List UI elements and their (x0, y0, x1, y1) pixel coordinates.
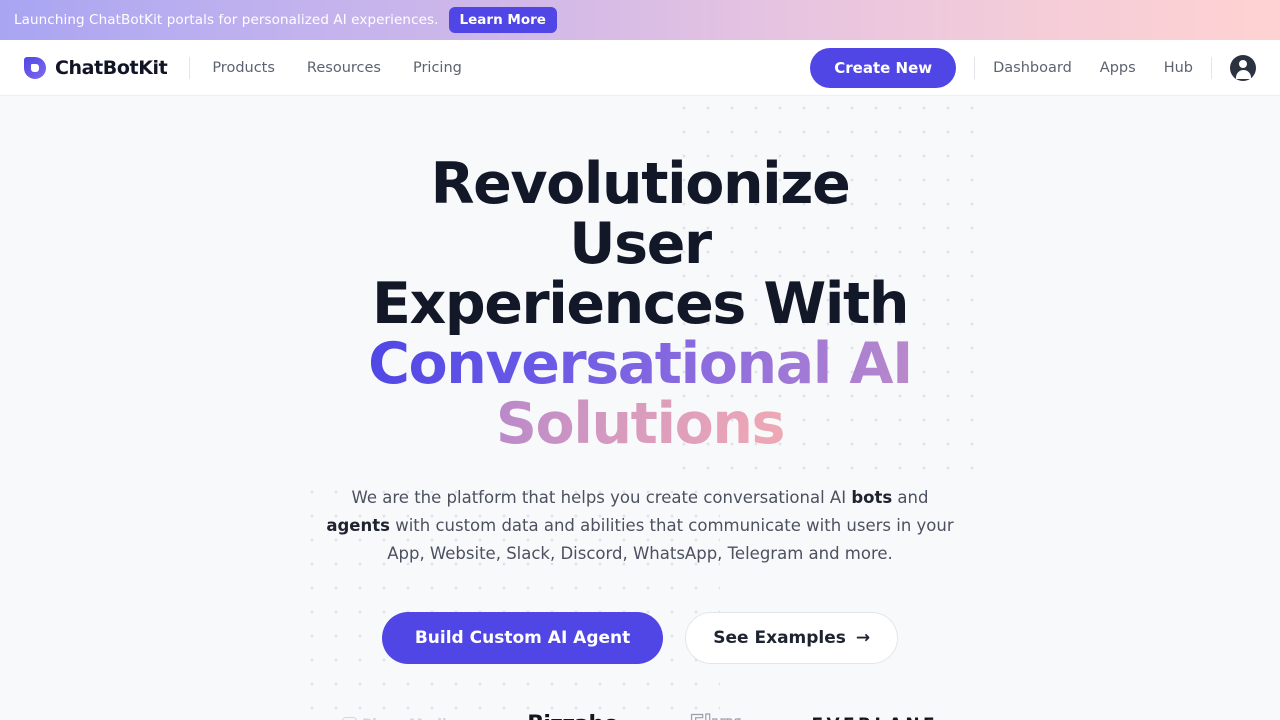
nav-link-resources[interactable]: Resources (307, 60, 381, 76)
hero-section: Revolutionize User Experiences With Conv… (0, 96, 1280, 720)
announcement-banner: Launching ChatBotKit portals for persona… (0, 0, 1280, 40)
client-logo-picup-media: P Picup Media (342, 717, 456, 720)
announcement-text: Launching ChatBotKit portals for persona… (14, 12, 439, 28)
build-custom-ai-agent-button[interactable]: Build Custom AI Agent (381, 612, 664, 664)
hero-subtitle-middle: and (892, 488, 929, 507)
client-logo-flux: Flux (689, 711, 741, 720)
picup-media-label: Picup Media (362, 717, 456, 720)
brand-logo[interactable]: ChatBotKit (24, 56, 168, 79)
client-logo-everlane: EVERLANE (811, 715, 938, 720)
nav-divider-middle (974, 56, 976, 79)
nav-divider-right (1211, 56, 1212, 79)
learn-more-button[interactable]: Learn More (448, 7, 557, 33)
see-examples-button[interactable]: See Examples → (685, 612, 899, 664)
hero-subtitle-bold-bots: bots (851, 488, 893, 507)
primary-nav-links: Products Resources Pricing (212, 60, 462, 76)
see-examples-label: See Examples (713, 628, 846, 648)
user-avatar-icon[interactable] (1230, 54, 1256, 81)
hero-title-accent: Conversational AI Solutions (368, 331, 913, 457)
nav-divider-left (189, 56, 191, 79)
hero-cta-group: Build Custom AI Agent See Examples → (381, 612, 899, 664)
main-navigation: ChatBotKit Products Resources Pricing Cr… (0, 40, 1280, 96)
secondary-nav-links: Dashboard Apps Hub (993, 60, 1193, 76)
nav-link-hub[interactable]: Hub (1164, 60, 1193, 76)
hero-title-line-1: Revolutionize User (430, 151, 851, 277)
nav-right-section: Create New Dashboard Apps Hub (810, 47, 1256, 88)
brand-name: ChatBotKit (55, 56, 168, 79)
hero-subtitle-prefix: We are the platform that helps you creat… (351, 488, 852, 507)
hero-subtitle-suffix: with custom data and abilities that comm… (387, 516, 954, 563)
nav-link-pricing[interactable]: Pricing (413, 60, 462, 76)
arrow-right-icon: → (855, 627, 871, 648)
client-logo-strip: P Picup Media Bizzabo Flux EVERLANE (320, 711, 960, 720)
hero-title: Revolutionize User Experiences With Conv… (360, 154, 920, 454)
create-new-button[interactable]: Create New (810, 47, 957, 88)
chatbotkit-logo-icon (24, 56, 46, 79)
hero-subtitle-bold-agents: agents (326, 516, 390, 535)
nav-link-dashboard[interactable]: Dashboard (993, 60, 1072, 76)
hero-title-line-2: Experiences With (371, 271, 910, 337)
hero-subtitle: We are the platform that helps you creat… (320, 484, 960, 568)
nav-link-products[interactable]: Products (212, 60, 275, 76)
nav-link-apps[interactable]: Apps (1100, 60, 1136, 76)
client-logo-bizzabo: Bizzabo (527, 712, 618, 720)
